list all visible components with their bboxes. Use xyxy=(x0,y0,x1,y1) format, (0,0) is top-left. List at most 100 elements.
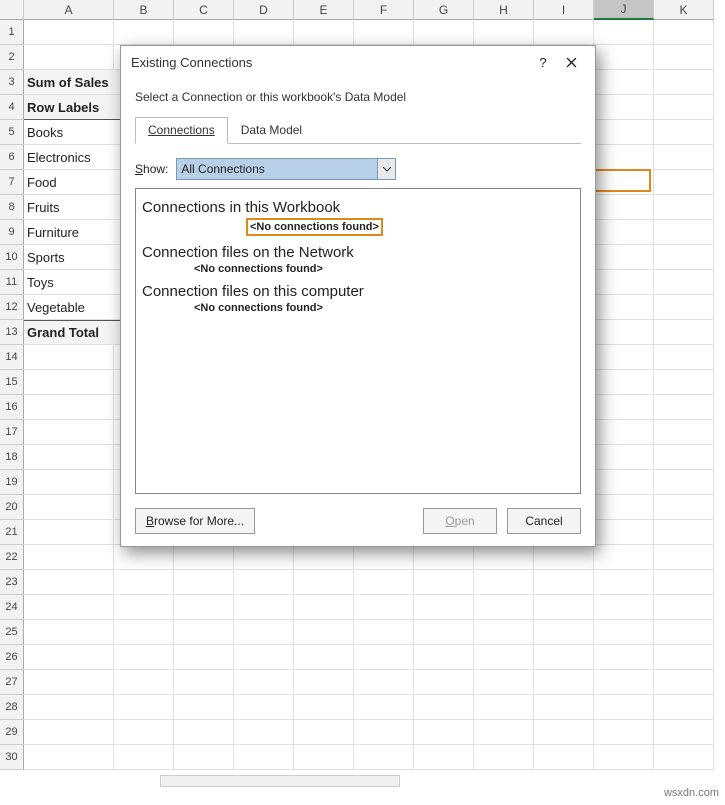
cancel-button[interactable]: Cancel xyxy=(507,508,581,534)
row-header-18[interactable]: 18 xyxy=(0,445,24,470)
cell-C30[interactable] xyxy=(174,745,234,770)
cell-B28[interactable] xyxy=(114,695,174,720)
cell-J3[interactable] xyxy=(594,70,654,95)
cell-E24[interactable] xyxy=(294,595,354,620)
cell-K29[interactable] xyxy=(654,720,714,745)
column-header-E[interactable]: E xyxy=(294,0,354,20)
cell-K24[interactable] xyxy=(654,595,714,620)
row-header-9[interactable]: 9 xyxy=(0,220,24,245)
cell-J10[interactable] xyxy=(594,245,654,270)
cell-B30[interactable] xyxy=(114,745,174,770)
cell-J13[interactable] xyxy=(594,320,654,345)
cell-A1[interactable] xyxy=(24,20,114,45)
cell-K26[interactable] xyxy=(654,645,714,670)
cell-E23[interactable] xyxy=(294,570,354,595)
row-header-25[interactable]: 25 xyxy=(0,620,24,645)
cell-D27[interactable] xyxy=(234,670,294,695)
cell-K21[interactable] xyxy=(654,520,714,545)
cell-H30[interactable] xyxy=(474,745,534,770)
cell-I29[interactable] xyxy=(534,720,594,745)
cell-K8[interactable] xyxy=(654,195,714,220)
help-button[interactable]: ? xyxy=(529,50,557,74)
cell-I22[interactable] xyxy=(534,545,594,570)
cell-J29[interactable] xyxy=(594,720,654,745)
cell-K2[interactable] xyxy=(654,45,714,70)
tab-connections[interactable]: Connections xyxy=(135,117,228,144)
cell-F29[interactable] xyxy=(354,720,414,745)
cell-K14[interactable] xyxy=(654,345,714,370)
cell-K22[interactable] xyxy=(654,545,714,570)
cell-I24[interactable] xyxy=(534,595,594,620)
cell-G1[interactable] xyxy=(414,20,474,45)
column-header-J[interactable]: J xyxy=(594,0,654,20)
cell-A11[interactable]: Toys xyxy=(24,270,114,295)
row-header-4[interactable]: 4 xyxy=(0,95,24,120)
cell-D24[interactable] xyxy=(234,595,294,620)
cell-K10[interactable] xyxy=(654,245,714,270)
cell-K28[interactable] xyxy=(654,695,714,720)
cell-B1[interactable] xyxy=(114,20,174,45)
cell-K15[interactable] xyxy=(654,370,714,395)
column-header-D[interactable]: D xyxy=(234,0,294,20)
cell-D26[interactable] xyxy=(234,645,294,670)
cell-K1[interactable] xyxy=(654,20,714,45)
row-header-14[interactable]: 14 xyxy=(0,345,24,370)
cell-I26[interactable] xyxy=(534,645,594,670)
column-header-A[interactable]: A xyxy=(24,0,114,20)
cell-I28[interactable] xyxy=(534,695,594,720)
cell-A21[interactable] xyxy=(24,520,114,545)
column-header-H[interactable]: H xyxy=(474,0,534,20)
cell-J24[interactable] xyxy=(594,595,654,620)
row-header-3[interactable]: 3 xyxy=(0,70,24,95)
cell-H22[interactable] xyxy=(474,545,534,570)
cell-J7[interactable] xyxy=(594,170,654,195)
column-header-G[interactable]: G xyxy=(414,0,474,20)
cell-A25[interactable] xyxy=(24,620,114,645)
cell-H1[interactable] xyxy=(474,20,534,45)
column-header-F[interactable]: F xyxy=(354,0,414,20)
cell-A3[interactable]: Sum of Sales xyxy=(24,70,114,95)
show-combobox[interactable]: All Connections xyxy=(176,158,396,180)
cell-J17[interactable] xyxy=(594,420,654,445)
cell-D28[interactable] xyxy=(234,695,294,720)
cell-H29[interactable] xyxy=(474,720,534,745)
cell-J6[interactable] xyxy=(594,145,654,170)
browse-button[interactable]: Browse for More... xyxy=(135,508,255,534)
cell-C1[interactable] xyxy=(174,20,234,45)
cell-A2[interactable] xyxy=(24,45,114,70)
cell-F26[interactable] xyxy=(354,645,414,670)
cell-G22[interactable] xyxy=(414,545,474,570)
cell-K17[interactable] xyxy=(654,420,714,445)
row-header-30[interactable]: 30 xyxy=(0,745,24,770)
select-all-corner[interactable] xyxy=(0,0,24,20)
cell-J9[interactable] xyxy=(594,220,654,245)
cell-G30[interactable] xyxy=(414,745,474,770)
cell-K4[interactable] xyxy=(654,95,714,120)
cell-K30[interactable] xyxy=(654,745,714,770)
cell-G28[interactable] xyxy=(414,695,474,720)
cell-E29[interactable] xyxy=(294,720,354,745)
cell-B22[interactable] xyxy=(114,545,174,570)
row-header-11[interactable]: 11 xyxy=(0,270,24,295)
cell-J30[interactable] xyxy=(594,745,654,770)
cell-K9[interactable] xyxy=(654,220,714,245)
cell-K27[interactable] xyxy=(654,670,714,695)
cell-E28[interactable] xyxy=(294,695,354,720)
cell-J18[interactable] xyxy=(594,445,654,470)
cell-D22[interactable] xyxy=(234,545,294,570)
cell-D30[interactable] xyxy=(234,745,294,770)
cell-K12[interactable] xyxy=(654,295,714,320)
cell-C28[interactable] xyxy=(174,695,234,720)
row-header-17[interactable]: 17 xyxy=(0,420,24,445)
cell-A8[interactable]: Fruits xyxy=(24,195,114,220)
cell-I23[interactable] xyxy=(534,570,594,595)
cell-E25[interactable] xyxy=(294,620,354,645)
cell-A23[interactable] xyxy=(24,570,114,595)
cell-A20[interactable] xyxy=(24,495,114,520)
cell-A5[interactable]: Books xyxy=(24,120,114,145)
tab-data-model[interactable]: Data Model xyxy=(228,117,315,144)
cell-B23[interactable] xyxy=(114,570,174,595)
row-header-23[interactable]: 23 xyxy=(0,570,24,595)
cell-K20[interactable] xyxy=(654,495,714,520)
cell-J22[interactable] xyxy=(594,545,654,570)
